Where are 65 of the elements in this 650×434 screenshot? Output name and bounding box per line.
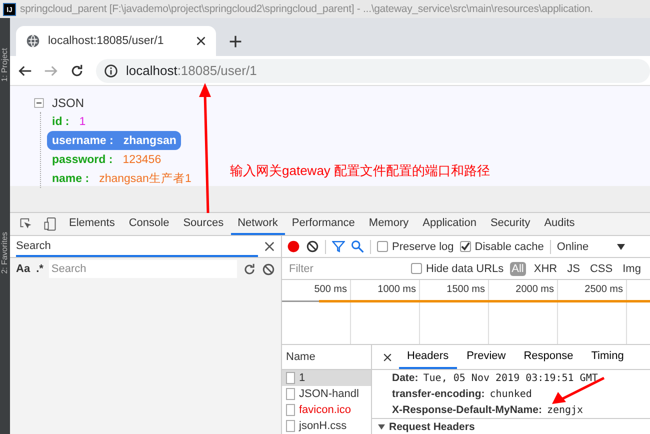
json-row[interactable]: id : 1 — [47, 112, 91, 131]
checkmark-icon — [460, 242, 470, 251]
info-icon — [104, 64, 118, 78]
close-icon — [383, 352, 392, 362]
forward-arrow-icon — [44, 64, 58, 78]
collapse-icon[interactable] — [34, 98, 44, 108]
devtools-tab[interactable]: Application — [416, 213, 484, 235]
header-name: Date: — [392, 372, 418, 384]
type-filter[interactable]: XHR — [532, 262, 560, 276]
checkbox-option[interactable]: Preserve log — [377, 240, 454, 252]
request-row[interactable]: 1 — [282, 370, 371, 386]
detail-tab[interactable]: Timing — [583, 345, 632, 369]
search-field[interactable]: Search — [49, 260, 237, 278]
checkbox[interactable] — [460, 241, 471, 252]
regex-button[interactable]: .* — [36, 263, 44, 275]
header-name: transfer-encoding: — [392, 388, 485, 400]
header-value: Tue, 05 Nov 2019 03:19:51 GMT — [423, 372, 598, 384]
globe-icon — [26, 34, 40, 48]
close-icon — [264, 241, 275, 252]
detail-tab[interactable]: Preview — [458, 345, 514, 369]
header-name: X-Response-Default-MyName: — [392, 404, 542, 416]
devtools-tab[interactable]: Security — [483, 213, 538, 235]
browser-tab[interactable]: localhost:18085/user/1 — [16, 26, 216, 56]
detail-tab[interactable]: Response — [516, 345, 582, 369]
search-icon — [351, 240, 364, 253]
match-case-button[interactable]: Aa — [16, 263, 30, 275]
throttle-dropdown[interactable]: Online — [556, 240, 625, 252]
address-bar[interactable]: localhost:18085/user/1 — [96, 58, 650, 82]
caret-icon — [378, 424, 385, 430]
checkbox-option[interactable]: Disable cache — [460, 240, 544, 252]
type-filter[interactable]: Img — [620, 262, 643, 276]
selected-json-row[interactable]: username : zhangsan — [47, 131, 182, 150]
window-title: springcloud_parent [F:\javademo\project\springcloud2\springcloud_parent] - ...\gateway_service\src\main\resources\application. — [20, 3, 593, 15]
refresh-icon — [243, 262, 256, 276]
devtools-tab[interactable]: Elements — [62, 213, 122, 235]
devtools-tab[interactable]: Sources — [176, 213, 231, 235]
type-filter[interactable]: CSS — [588, 262, 615, 276]
side-tool-tab[interactable]: 1: Project — [0, 48, 10, 82]
checkbox[interactable] — [411, 263, 422, 274]
block-icon — [306, 240, 319, 253]
plus-icon — [229, 34, 242, 48]
cursor-icon — [19, 217, 33, 231]
checkbox-option[interactable]: Hide data URLs — [411, 262, 504, 274]
devtools-tab[interactable]: Memory — [362, 213, 416, 235]
section-header[interactable]: Request Headers — [372, 418, 650, 434]
devtools-tab[interactable]: Performance — [284, 213, 362, 235]
block-icon — [262, 262, 275, 276]
url-text: localhost:18085/user/1 — [126, 63, 257, 78]
device-icon — [43, 217, 57, 231]
devtools-tab[interactable]: Console — [122, 213, 176, 235]
header-value: zengjx — [546, 404, 584, 416]
type-filter[interactable]: JS — [565, 262, 582, 276]
detail-tab[interactable]: Headers — [399, 345, 457, 369]
back-arrow-icon — [18, 64, 32, 78]
filter-icon — [332, 240, 345, 253]
header-value: chunked — [490, 388, 532, 400]
reload-icon — [70, 64, 84, 78]
checkbox[interactable] — [377, 241, 388, 252]
json-root-label: JSON — [52, 96, 84, 110]
side-tool-tab[interactable]: 2: Favorites — [0, 232, 10, 274]
devtools-tab[interactable]: Audits — [537, 213, 582, 235]
close-icon — [196, 36, 206, 46]
record-icon — [287, 240, 300, 253]
annotation-text: 输入网关gateway 配置文件配置的端口和路径 — [230, 162, 490, 180]
caret-icon — [616, 244, 625, 250]
